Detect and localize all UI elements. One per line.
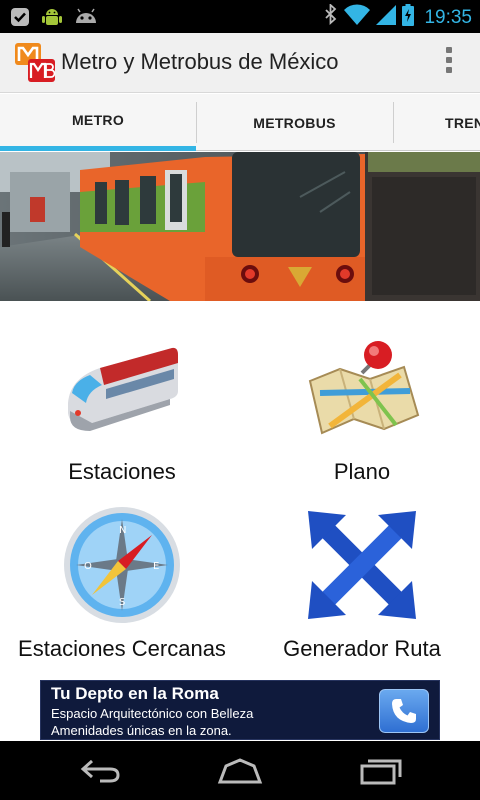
- estaciones-button[interactable]: Estaciones: [2, 323, 242, 485]
- recent-apps-icon[interactable]: [350, 751, 410, 791]
- metro-metrobus-logo-icon[interactable]: [14, 41, 56, 83]
- overflow-menu-icon[interactable]: [444, 47, 454, 79]
- android-debug-icon: [74, 7, 98, 32]
- check-icon: [10, 7, 30, 32]
- status-time: 19:35: [424, 6, 472, 28]
- bluetooth-icon: [324, 2, 338, 31]
- signal-icon: [376, 4, 397, 31]
- generador-ruta-button[interactable]: Generador Ruta: [242, 500, 480, 662]
- tab-metrobus[interactable]: METROBUS: [196, 94, 393, 151]
- svg-text:E: E: [153, 561, 159, 572]
- estaciones-cercanas-label: Estaciones Cercanas: [18, 636, 226, 661]
- ad-line-2: Amenidades únicas en la zona.: [51, 723, 232, 738]
- ad-title: Tu Depto en la Roma: [51, 684, 219, 703]
- navigation-bar: [0, 741, 480, 800]
- tab-metro[interactable]: METRO: [0, 94, 196, 151]
- estaciones-cercanas-button[interactable]: N S O E Estaciones Cercanas: [2, 500, 242, 662]
- estaciones-label: Estaciones: [68, 459, 176, 484]
- home-icon[interactable]: [210, 751, 270, 791]
- app-title: Metro y Metrobus de México: [61, 49, 339, 74]
- plano-label: Plano: [333, 459, 391, 484]
- ad-banner[interactable]: Tu Depto en la Roma Espacio Arquitectóni…: [40, 680, 440, 740]
- metro-banner-image: [0, 152, 480, 301]
- svg-text:O: O: [84, 561, 92, 572]
- compass-icon: N S O E: [52, 500, 192, 630]
- action-bar: Metro y Metrobus de México: [0, 33, 480, 93]
- back-icon[interactable]: [70, 751, 130, 791]
- ad-line-1: Espacio Arquitectónico con Belleza: [51, 706, 254, 721]
- tab-tren[interactable]: TREN: [393, 94, 480, 151]
- route-arrows-icon: [292, 500, 432, 630]
- map-pin-icon: [292, 323, 432, 453]
- battery-charging-icon: [402, 4, 415, 31]
- phone-icon[interactable]: [379, 689, 429, 733]
- tab-bar: METRO METROBUS TREN: [0, 94, 480, 151]
- android-icon: [42, 6, 62, 33]
- generador-ruta-label: Generador Ruta: [283, 636, 441, 661]
- plano-button[interactable]: Plano: [242, 323, 480, 485]
- svg-text:N: N: [119, 525, 126, 536]
- app-screen: 19:35 Metro y Metrobus de México METRO M…: [0, 0, 480, 800]
- svg-text:S: S: [119, 597, 125, 608]
- wifi-icon: [344, 4, 371, 31]
- train-icon: [52, 323, 192, 453]
- status-bar: 19:35: [0, 0, 480, 33]
